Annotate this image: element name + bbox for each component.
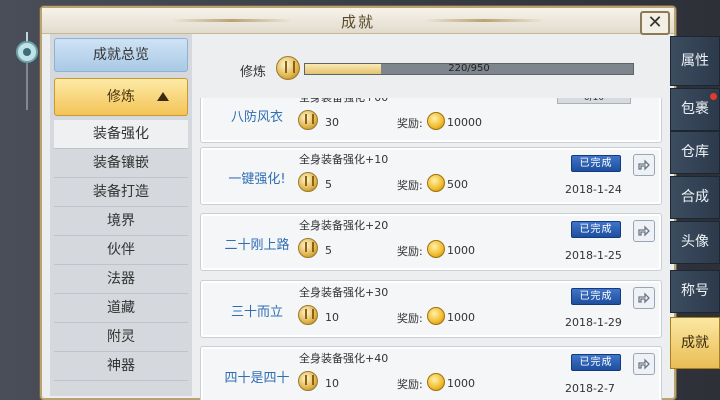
jade-pendant-icon [16, 32, 38, 110]
nav-sub-item[interactable]: 伙伴 [54, 236, 188, 265]
nav-category-cultivation[interactable]: 修炼 [54, 78, 188, 116]
nav-sub-item[interactable]: 装备镶嵌 [54, 149, 188, 178]
nav-category-label: 修炼 [107, 89, 135, 105]
progress-bar: 220/950 [304, 63, 634, 75]
category-nav: 成就总览 修炼 装备强化 装备镶嵌 装备打造 境界 伙伴 法器 道藏 附灵 神器 [50, 34, 192, 396]
achievement-card: 一键强化! 全身装备强化+10 5 奖励: 500 已完成 2018-1-24 [200, 147, 662, 205]
completion-date: 2018-2-7 [565, 382, 615, 395]
achievement-desc: 全身装备强化+30 [299, 286, 389, 299]
share-icon [638, 225, 650, 237]
nav-sub-item[interactable]: 附灵 [54, 323, 188, 352]
achievement-points: 30 [325, 116, 339, 129]
achievement-points: 10 [325, 377, 339, 390]
reward-label: 奖励: [397, 117, 423, 130]
side-tab-label: 头像 [681, 234, 709, 250]
achievement-card: 八防风衣 全身装备强化+00 30 奖励: 10000 0/10 [200, 98, 662, 143]
nav-sub-item[interactable]: 境界 [54, 207, 188, 236]
achievement-desc: 全身装备强化+20 [299, 219, 389, 232]
achievement-name: 二十刚上路 [224, 238, 290, 253]
medal-icon [298, 371, 318, 391]
reward-amount: 1000 [447, 377, 475, 390]
gold-coin-icon [427, 240, 445, 258]
achievement-name: 一键强化! [228, 172, 286, 187]
achievement-card: 四十是四十 全身装备强化+40 10 奖励: 1000 已完成 2018-2-7 [200, 346, 662, 400]
gold-coin-icon [427, 373, 445, 391]
reward-label: 奖励: [397, 378, 423, 391]
window-titlebar: 成就 ✕ [42, 8, 674, 35]
achievement-progress: 0/10 [557, 98, 631, 104]
completed-badge: 已完成 [571, 288, 621, 305]
gold-coin-icon [427, 174, 445, 192]
notification-dot-icon [710, 93, 717, 100]
nav-sub-item[interactable]: 装备打造 [54, 178, 188, 207]
title-ornament-right [424, 19, 544, 22]
reward-amount: 1000 [447, 311, 475, 324]
medal-icon [276, 56, 300, 80]
share-button[interactable] [633, 154, 655, 176]
reward-label: 奖励: [397, 312, 423, 325]
achievement-desc: 全身装备强化+40 [299, 352, 389, 365]
nav-sub-item[interactable]: 装备强化 [54, 120, 188, 149]
achievement-name: 四十是四十 [224, 371, 290, 386]
gold-coin-icon [427, 307, 445, 325]
collapse-triangle-icon [157, 92, 169, 101]
side-tab[interactable]: 称号 [670, 270, 720, 313]
medal-icon [298, 172, 318, 192]
share-icon [638, 358, 650, 370]
reward-amount: 500 [447, 178, 468, 191]
medal-icon [298, 110, 318, 130]
side-tab-label: 合成 [681, 189, 709, 205]
gold-coin-icon [427, 112, 445, 130]
title-ornament-left [172, 19, 292, 22]
nav-sub-item[interactable]: 道藏 [54, 294, 188, 323]
side-tab-label: 属性 [681, 53, 709, 69]
side-tab-label: 包裹 [681, 101, 709, 117]
achievement-name: 八防风衣 [230, 110, 283, 125]
side-tab[interactable]: 仓库 [670, 131, 720, 174]
nav-sub-item[interactable]: 神器 [54, 352, 188, 381]
nav-sub-item[interactable]: 法器 [54, 265, 188, 294]
side-tab-label: 仓库 [681, 144, 709, 160]
achievement-points: 5 [325, 178, 332, 191]
completed-badge: 已完成 [571, 155, 621, 172]
side-tab[interactable]: 成就 [670, 317, 720, 369]
completion-date: 2018-1-25 [565, 249, 622, 262]
reward-amount: 10000 [447, 116, 482, 129]
close-button[interactable]: ✕ [640, 11, 670, 35]
side-tab[interactable]: 属性 [670, 36, 720, 86]
share-button[interactable] [633, 287, 655, 309]
achievement-card: 二十刚上路 全身装备强化+20 5 奖励: 1000 已完成 2018-1-25 [200, 213, 662, 271]
progress-label: 修炼 [240, 65, 267, 80]
side-tab[interactable]: 包裹 [670, 88, 720, 131]
share-button[interactable] [633, 353, 655, 375]
medal-icon [298, 238, 318, 258]
side-tab-label: 成就 [681, 335, 709, 351]
reward-label: 奖励: [397, 245, 423, 258]
reward-label: 奖励: [397, 179, 423, 192]
side-tab-label: 称号 [681, 283, 709, 299]
completed-badge: 已完成 [571, 221, 621, 238]
achievement-list: 八防风衣 全身装备强化+00 30 奖励: 10000 0/10 一键强化! 全身装备强化+1… [198, 98, 666, 400]
achievement-card: 三十而立 全身装备强化+30 10 奖励: 1000 已完成 2018-1-29 [200, 280, 662, 338]
window-title: 成就 [340, 13, 376, 31]
share-icon [638, 159, 650, 171]
achievement-desc: 全身装备强化+10 [299, 153, 389, 166]
completion-date: 2018-1-24 [565, 183, 622, 196]
nav-overview-button[interactable]: 成就总览 [54, 38, 188, 72]
achievement-name: 三十而立 [230, 305, 283, 320]
completion-date: 2018-1-29 [565, 316, 622, 329]
reward-amount: 1000 [447, 244, 475, 257]
share-button[interactable] [633, 220, 655, 242]
completed-badge: 已完成 [571, 354, 621, 371]
achievement-desc: 全身装备强化+00 [299, 98, 388, 105]
achievement-points: 10 [325, 311, 339, 324]
achievement-points: 5 [325, 244, 332, 257]
side-tab[interactable]: 合成 [670, 176, 720, 219]
side-tab[interactable]: 头像 [670, 221, 720, 264]
medal-icon [298, 305, 318, 325]
share-icon [638, 292, 650, 304]
progress-text: 220/950 [448, 63, 490, 74]
